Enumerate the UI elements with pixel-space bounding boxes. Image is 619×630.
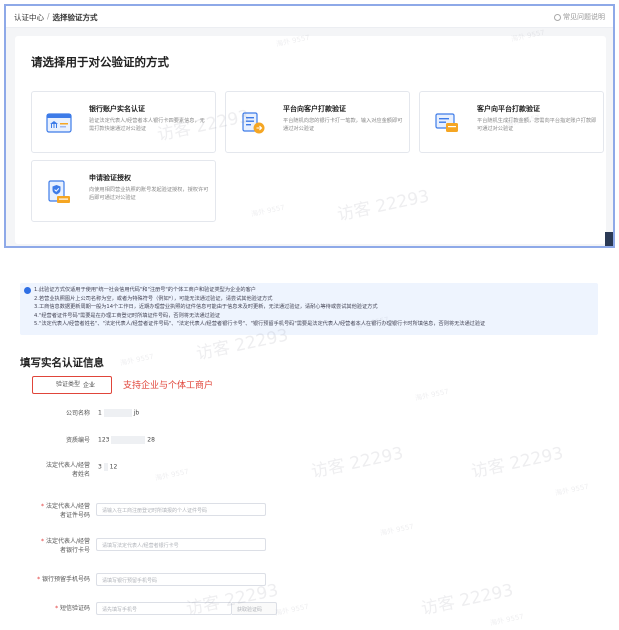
card-title: 申请验证授权	[89, 174, 131, 182]
license-number-end: 28	[147, 436, 155, 444]
watermark: 海外 9557	[154, 467, 190, 483]
field-label: * 银行预留手机号码	[37, 576, 90, 583]
watermark: 访客 22293	[469, 443, 566, 483]
card-title: 银行账户实名认证	[89, 105, 145, 113]
watermark: 海外 9557	[119, 352, 155, 368]
notice-item: 5."法定代表人/经营者姓名"、"法定代表人/经营者证件号码"、"法定代表人/经…	[34, 321, 486, 328]
authorization-icon	[48, 180, 70, 203]
phone-input[interactable]: 请填写银行预留手机号码	[96, 573, 266, 586]
transfer-icon	[242, 112, 265, 134]
field-label: * 法定代表人/经营 者银行卡号	[41, 538, 90, 554]
watermark: 访客 22293	[309, 443, 406, 483]
card-description: 验证法定代表人/经营者本人银行卡四要素信息，无需打款快速通过对公验证	[89, 118, 205, 132]
card-description: 向使用相同营业执照的账号发起验证授权，授权许可后即可通过对公验证	[89, 187, 209, 201]
help-link[interactable]: 常见问题说明	[554, 12, 605, 22]
company-name-end: jb	[133, 409, 140, 417]
breadcrumb-current: 选择验证方式	[52, 13, 98, 22]
customer-pay-icon	[435, 113, 458, 132]
breadcrumb-separator: /	[47, 12, 50, 21]
notice-item: 3.工商信息数据更新周期一般为14个工作日，近期办理营业执照的证件信息可能由于信…	[34, 304, 378, 311]
breadcrumb-bar: 认证中心 / 选择验证方式 常见问题说明	[6, 6, 613, 28]
method-card-platform-transfer[interactable]: 平台向客户打款验证 平台随机向您的银行卡打一笔款，输入对应金额即可通过对公验证	[225, 91, 410, 153]
legal-name-start: 3	[98, 463, 102, 471]
card-description: 平台随机向您的银行卡打一笔款，输入对应金额即可通过对公验证	[283, 118, 403, 132]
field-label: 公司名称	[65, 410, 90, 417]
company-name-value: 1 jb	[98, 409, 139, 417]
card-title: 平台向客户打款验证	[283, 105, 346, 113]
field-label: 资质编号	[65, 437, 90, 444]
method-card-customer-transfer[interactable]: 客户向平台打款验证 平台随机生成打款金额，您需向平台指定账户打款即可通过对公验证	[419, 91, 604, 153]
field-label: 法定代表人/经营 者姓名	[45, 462, 90, 478]
method-card-bank-account[interactable]: 银行账户实名认证 验证法定代表人/经营者本人银行卡四要素信息，无需打款快速通过对…	[31, 91, 216, 153]
watermark: 海外 9557	[379, 522, 415, 538]
sms-code-input[interactable]: 请先填写手机号	[96, 602, 232, 615]
card-description: 平台随机生成打款金额，您需向平台指定账户打款即可通过对公验证	[477, 118, 597, 132]
legal-name-value: 3 12	[98, 463, 117, 471]
method-panel: 请选择用于对公验证的方式 银行账户实名认证 验证法定代表人/经营者本人银行卡四要…	[15, 36, 606, 244]
verification-type-annotation: 支持企业与个体工商户	[123, 381, 214, 391]
license-number-value: 123 28	[98, 436, 155, 444]
watermark: 海外 9557	[554, 482, 590, 498]
help-icon	[554, 13, 561, 21]
license-number-start: 123	[98, 436, 110, 444]
get-code-button[interactable]: 获取验证码	[232, 602, 277, 615]
page-title: 请选择用于对公验证的方式	[31, 55, 169, 69]
form-title: 填写实名认证信息	[20, 357, 104, 369]
breadcrumb-link-center[interactable]: 认证中心	[14, 12, 44, 23]
notice-item: 4."经营者证件号码"需要是在办理工商登记时所填证件号码，否则将无法通过验证	[34, 312, 221, 319]
bank-card-input[interactable]: 请填写法定代表人/经营者银行卡号	[96, 538, 266, 551]
method-card-authorization[interactable]: 申请验证授权 向使用相同营业执照的账号发起验证授权，授权许可后即可通过对公验证	[31, 160, 216, 222]
bank-card-icon	[46, 113, 72, 133]
verification-method-screen: 认证中心 / 选择验证方式 常见问题说明 请选择用于对公验证的方式 银行账户实名…	[4, 4, 615, 248]
watermark: 海外 9557	[274, 602, 310, 618]
notice-item: 1.此验证方式仅适用于使用"统一社会信用代码"和"注册号"的个体工商户和验证类型…	[34, 287, 256, 293]
card-title: 客户向平台打款验证	[477, 105, 540, 113]
field-label: 验证类型	[55, 381, 80, 388]
redaction	[103, 463, 108, 471]
notice-box: 1.此验证方式仅适用于使用"统一社会信用代码"和"注册号"的个体工商户和验证类型…	[20, 283, 598, 335]
company-name-start: 1	[98, 409, 102, 417]
help-label: 常见问题说明	[563, 13, 605, 21]
watermark: 访客 22293	[419, 580, 516, 620]
breadcrumb: 认证中心 / 选择验证方式	[14, 12, 98, 23]
field-label: * 短信验证码	[55, 605, 90, 612]
id-number-input[interactable]: 请输入在工商注册登记时所填报的个人证件号码	[96, 503, 266, 516]
legal-name-end: 12	[109, 463, 118, 471]
verification-type-value: 企业	[83, 382, 96, 389]
field-label: * 法定代表人/经营 者证件号码	[41, 503, 90, 519]
notice-item: 2.若营业执照图片上公司名称为空，或者为特殊符号（例如*），可能无法通过验证，请…	[34, 295, 273, 302]
redaction	[103, 409, 132, 417]
side-tab-icon[interactable]	[605, 232, 613, 246]
redaction	[111, 436, 146, 444]
watermark: 海外 9557	[489, 612, 525, 628]
watermark: 海外 9557	[414, 387, 450, 403]
info-icon	[24, 287, 31, 294]
